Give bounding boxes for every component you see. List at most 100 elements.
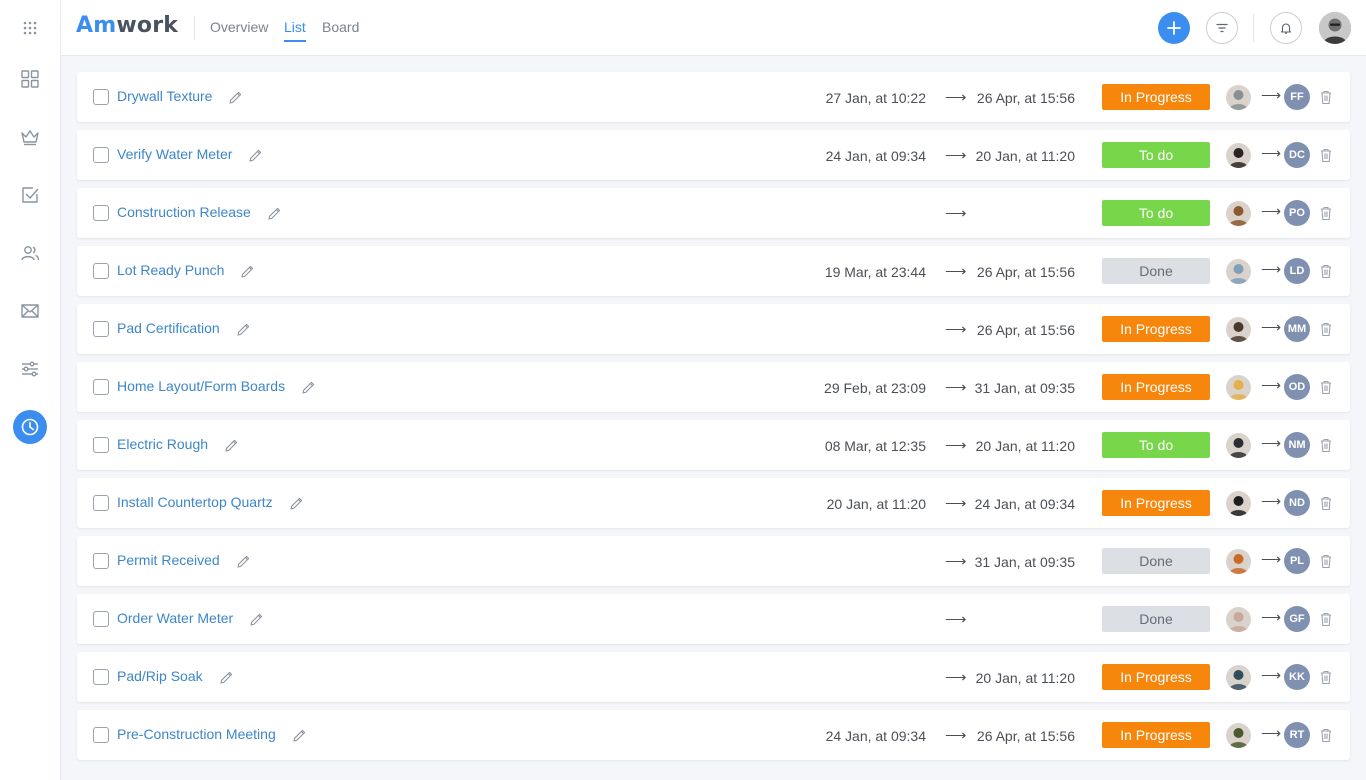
- task-title[interactable]: Pad/Rip Soak: [117, 668, 203, 684]
- edit-pencil-icon[interactable]: [236, 554, 251, 569]
- assignee-initials[interactable]: DC: [1284, 142, 1310, 168]
- tab-list[interactable]: List: [284, 19, 306, 42]
- status-badge[interactable]: Done: [1102, 548, 1210, 574]
- task-checkbox[interactable]: [93, 495, 109, 511]
- assigner-avatar[interactable]: [1226, 723, 1251, 748]
- apps-grid-icon[interactable]: [13, 11, 47, 45]
- assigner-avatar[interactable]: [1226, 85, 1251, 110]
- trash-icon[interactable]: [1319, 321, 1333, 337]
- assigner-avatar[interactable]: [1226, 607, 1251, 632]
- status-badge[interactable]: In Progress: [1102, 722, 1210, 748]
- status-badge[interactable]: In Progress: [1102, 374, 1210, 400]
- status-badge[interactable]: In Progress: [1102, 316, 1210, 342]
- status-badge[interactable]: To do: [1102, 432, 1210, 458]
- task-checkbox[interactable]: [93, 147, 109, 163]
- clock-icon[interactable]: [13, 410, 47, 444]
- trash-icon[interactable]: [1319, 437, 1333, 453]
- edit-pencil-icon[interactable]: [224, 438, 239, 453]
- status-badge[interactable]: Done: [1102, 606, 1210, 632]
- assigner-avatar[interactable]: [1226, 259, 1251, 284]
- edit-pencil-icon[interactable]: [228, 90, 243, 105]
- edit-pencil-icon[interactable]: [248, 148, 263, 163]
- task-title[interactable]: Pre-Construction Meeting: [117, 726, 276, 742]
- assignee-initials[interactable]: ND: [1284, 490, 1310, 516]
- tab-board[interactable]: Board: [322, 19, 359, 35]
- task-title[interactable]: Home Layout/Form Boards: [117, 378, 285, 394]
- crown-icon[interactable]: [13, 120, 47, 154]
- app-logo[interactable]: Amwork: [76, 13, 178, 38]
- trash-icon[interactable]: [1319, 379, 1333, 395]
- assignee-initials[interactable]: GF: [1284, 606, 1310, 632]
- task-title[interactable]: Drywall Texture: [117, 88, 212, 104]
- task-checkbox[interactable]: [93, 321, 109, 337]
- assignee-initials[interactable]: PO: [1284, 200, 1310, 226]
- add-button[interactable]: [1158, 12, 1190, 44]
- notifications-button[interactable]: [1270, 12, 1302, 44]
- status-badge[interactable]: In Progress: [1102, 664, 1210, 690]
- assignee-initials[interactable]: NM: [1284, 432, 1310, 458]
- task-checkbox[interactable]: [93, 553, 109, 569]
- status-badge[interactable]: In Progress: [1102, 84, 1210, 110]
- task-checkbox[interactable]: [93, 263, 109, 279]
- trash-icon[interactable]: [1319, 669, 1333, 685]
- task-checkbox[interactable]: [93, 205, 109, 221]
- edit-pencil-icon[interactable]: [267, 206, 282, 221]
- trash-icon[interactable]: [1319, 89, 1333, 105]
- edit-pencil-icon[interactable]: [236, 322, 251, 337]
- edit-pencil-icon[interactable]: [249, 612, 264, 627]
- task-checkbox[interactable]: [93, 437, 109, 453]
- assignee-initials[interactable]: KK: [1284, 664, 1310, 690]
- edit-pencil-icon[interactable]: [289, 496, 304, 511]
- assigner-avatar[interactable]: [1226, 665, 1251, 690]
- tab-overview[interactable]: Overview: [210, 19, 268, 35]
- filter-button[interactable]: [1206, 12, 1238, 44]
- users-icon[interactable]: [13, 236, 47, 270]
- task-title[interactable]: Permit Received: [117, 552, 220, 568]
- dashboard-icon[interactable]: [13, 62, 47, 96]
- assignee-initials[interactable]: RT: [1284, 722, 1310, 748]
- task-title[interactable]: Pad Certification: [117, 320, 220, 336]
- status-badge[interactable]: Done: [1102, 258, 1210, 284]
- status-badge[interactable]: In Progress: [1102, 490, 1210, 516]
- assignee-initials[interactable]: FF: [1284, 84, 1310, 110]
- task-title[interactable]: Install Countertop Quartz: [117, 494, 273, 510]
- trash-icon[interactable]: [1319, 553, 1333, 569]
- task-title[interactable]: Construction Release: [117, 204, 251, 220]
- assigner-avatar[interactable]: [1226, 143, 1251, 168]
- assigner-avatar[interactable]: [1226, 317, 1251, 342]
- trash-icon[interactable]: [1319, 727, 1333, 743]
- assigner-avatar[interactable]: [1226, 491, 1251, 516]
- task-title[interactable]: Verify Water Meter: [117, 146, 232, 162]
- status-badge[interactable]: To do: [1102, 200, 1210, 226]
- user-avatar[interactable]: [1319, 12, 1351, 44]
- trash-icon[interactable]: [1319, 205, 1333, 221]
- task-checkbox[interactable]: [93, 611, 109, 627]
- trash-icon[interactable]: [1319, 495, 1333, 511]
- task-checkbox[interactable]: [93, 89, 109, 105]
- assignee-initials[interactable]: OD: [1284, 374, 1310, 400]
- status-badge[interactable]: To do: [1102, 142, 1210, 168]
- task-checkbox[interactable]: [93, 669, 109, 685]
- edit-pencil-icon[interactable]: [301, 380, 316, 395]
- assigner-avatar[interactable]: [1226, 201, 1251, 226]
- task-checkbox[interactable]: [93, 379, 109, 395]
- assigner-avatar[interactable]: [1226, 549, 1251, 574]
- task-title[interactable]: Order Water Meter: [117, 610, 233, 626]
- trash-icon[interactable]: [1319, 263, 1333, 279]
- edit-pencil-icon[interactable]: [240, 264, 255, 279]
- mail-icon[interactable]: [13, 294, 47, 328]
- assigner-avatar[interactable]: [1226, 375, 1251, 400]
- trash-icon[interactable]: [1319, 147, 1333, 163]
- checkbox-icon[interactable]: [13, 178, 47, 212]
- edit-pencil-icon[interactable]: [219, 670, 234, 685]
- assigner-avatar[interactable]: [1226, 433, 1251, 458]
- task-title[interactable]: Lot Ready Punch: [117, 262, 224, 278]
- assignee-initials[interactable]: LD: [1284, 258, 1310, 284]
- task-checkbox[interactable]: [93, 727, 109, 743]
- trash-icon[interactable]: [1319, 611, 1333, 627]
- edit-pencil-icon[interactable]: [292, 728, 307, 743]
- assignee-initials[interactable]: MM: [1284, 316, 1310, 342]
- sliders-icon[interactable]: [13, 352, 47, 386]
- task-title[interactable]: Electric Rough: [117, 436, 208, 452]
- assignee-initials[interactable]: PL: [1284, 548, 1310, 574]
